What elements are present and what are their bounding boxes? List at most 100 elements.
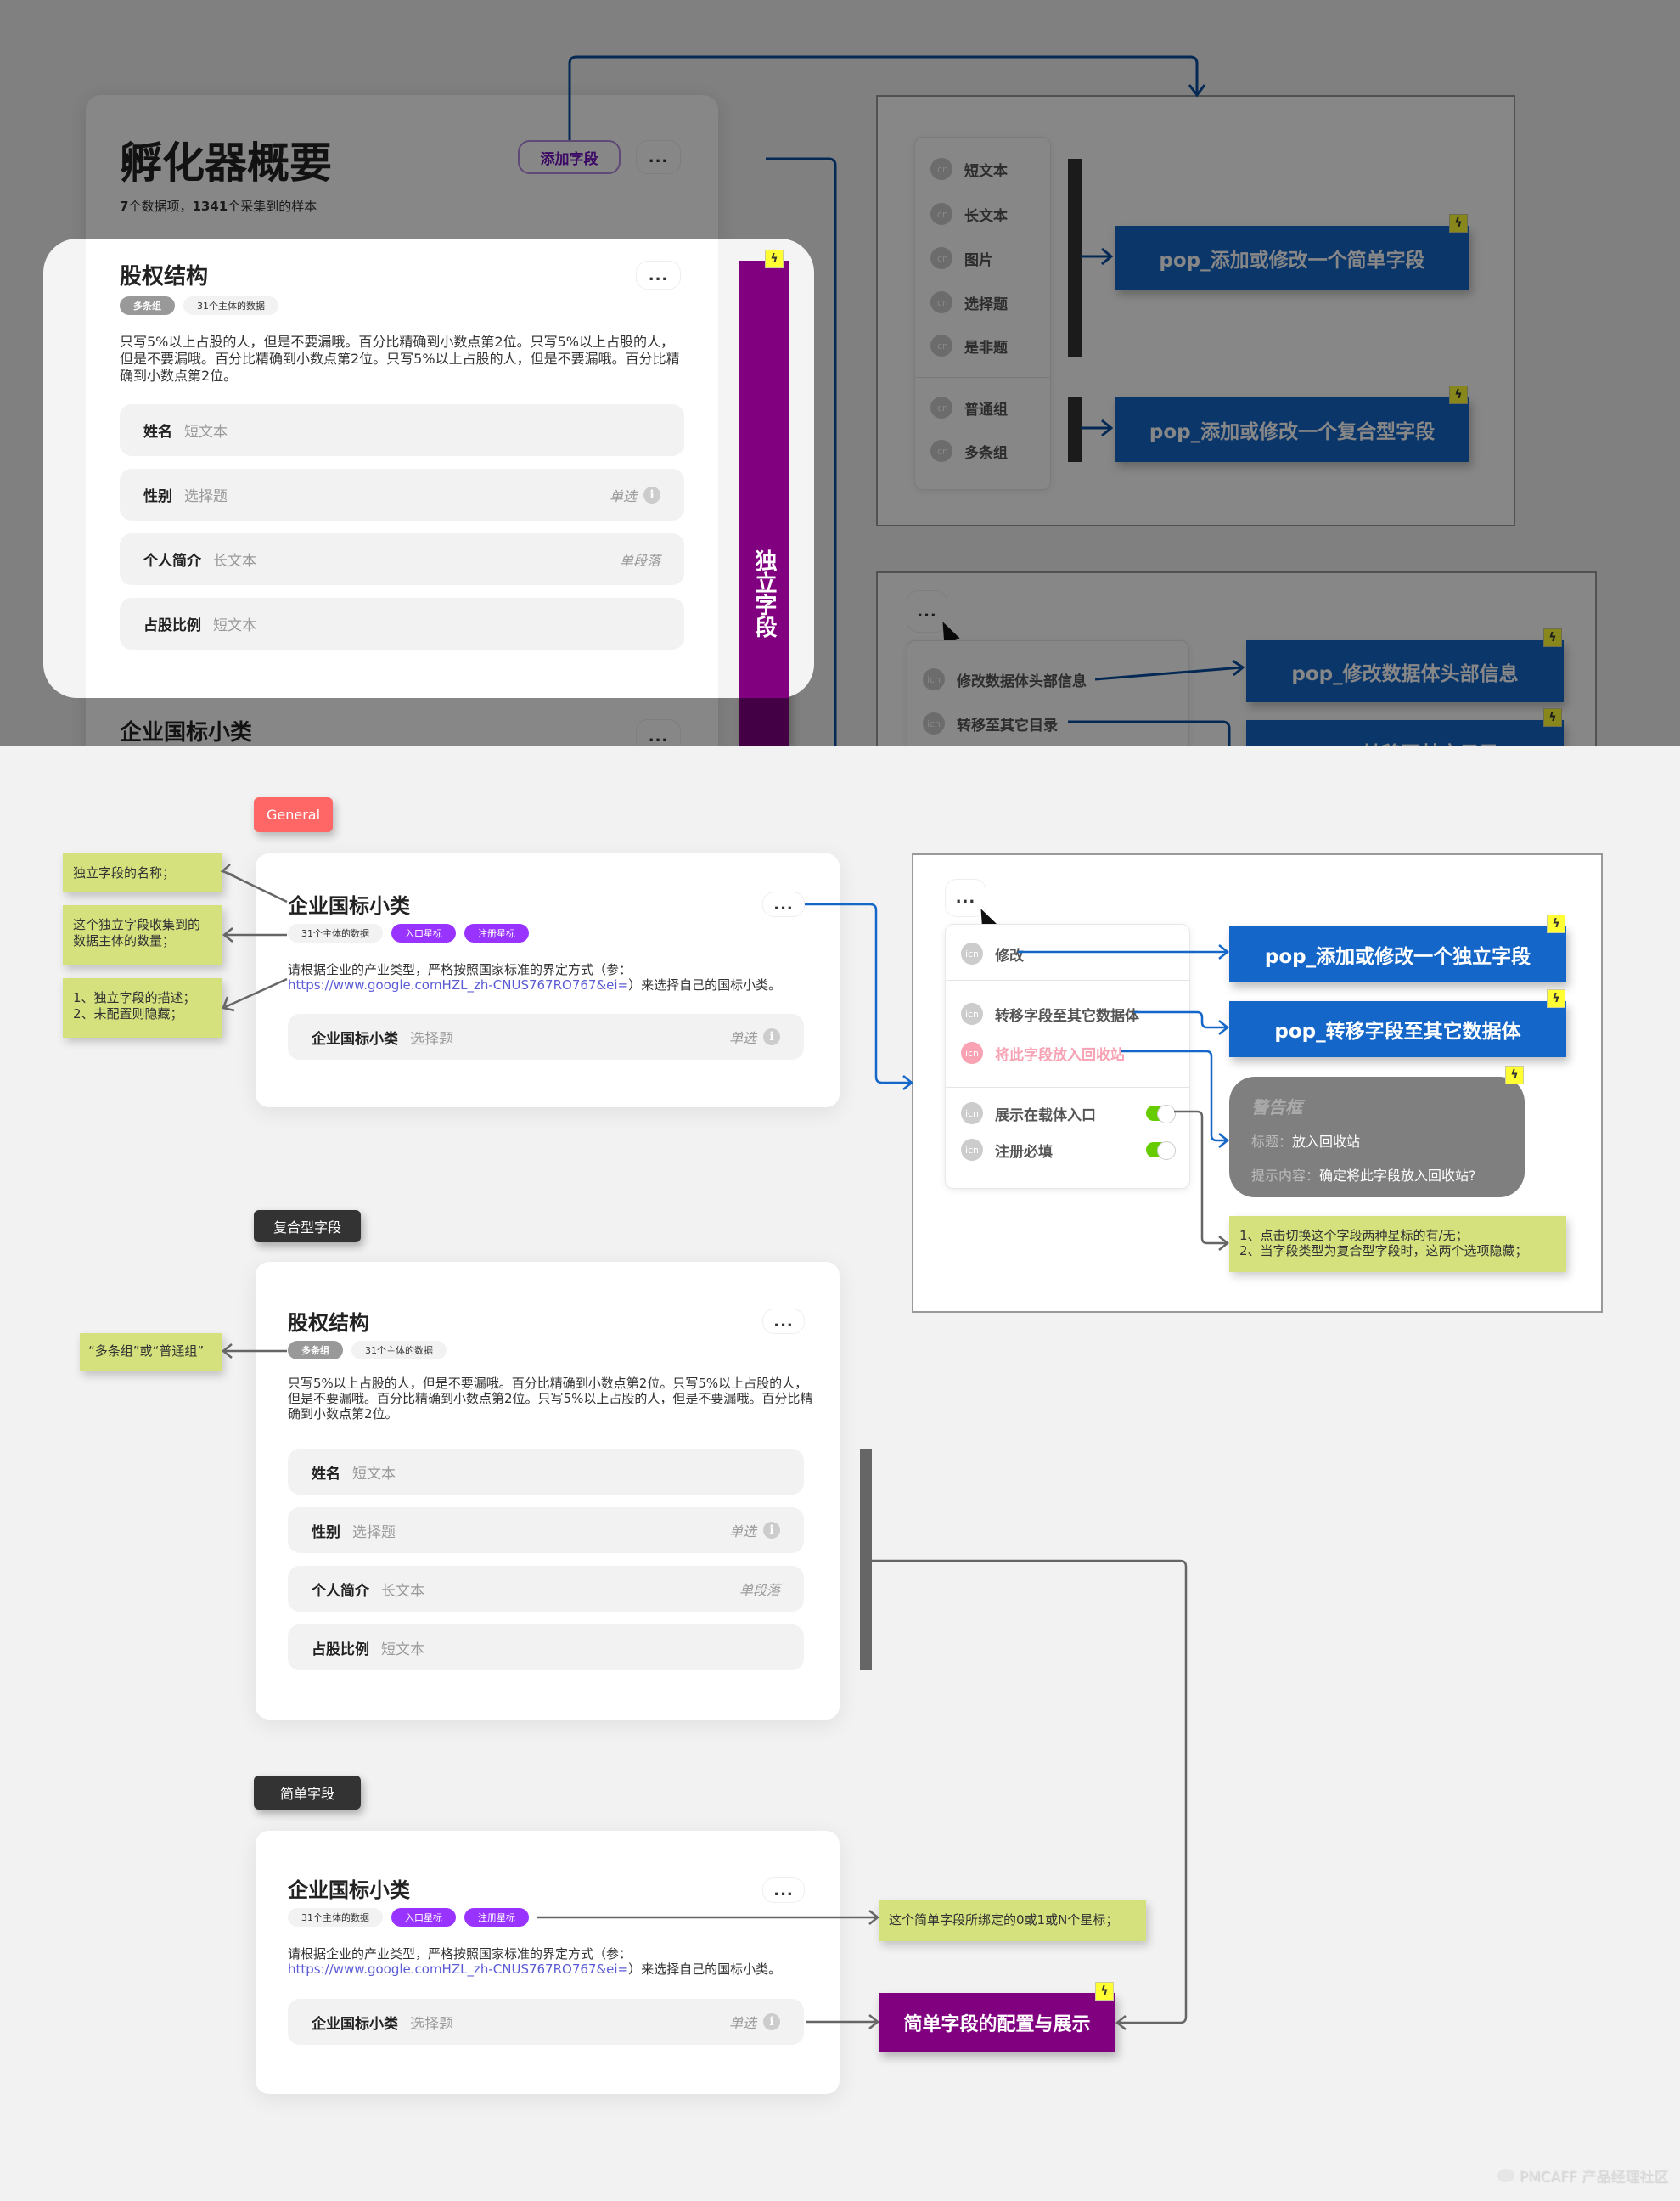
header-more-menu: icn 修改数据体头部信息 icn 转移至其它目录: [907, 640, 1189, 746]
field-label: 个人简介: [143, 553, 201, 570]
info-icon[interactable]: i: [763, 1522, 780, 1539]
pop-edit-field[interactable]: pop_添加或修改一个独立字段: [1229, 926, 1566, 982]
menu-item-label: 长文本: [964, 207, 1008, 225]
field-mode: 单段落: [620, 549, 660, 570]
field-row[interactable]: 占股比例 短文本: [288, 1624, 804, 1670]
field-row[interactable]: 姓名 短文本: [120, 404, 684, 456]
bolt-icon: ϟ: [1543, 628, 1562, 647]
card-title: 企业国标小类: [288, 894, 410, 918]
card-description: 只写5%以上占股的人，但是不要漏哦。百分比精确到小数点第2位。只写5%以上占股的…: [288, 1376, 813, 1421]
register-star-chip[interactable]: 注册星标: [464, 1908, 529, 1927]
top-overview-section: 孵化器概要 7个数据项，1341个采集到的样本 添加字段 ... 企业国标小类 …: [0, 0, 1680, 746]
next-card-more-button[interactable]: ...: [636, 719, 681, 746]
menu-item-register-required: icn 注册必填: [961, 1139, 1053, 1161]
field-row[interactable]: 性别 选择题 单选 i: [120, 469, 684, 521]
menu-item-label: 转移字段至其它数据体: [995, 1007, 1139, 1025]
menu-item-field-type[interactable]: icn 是非题: [930, 335, 1008, 357]
field-label: 性别: [312, 1523, 340, 1541]
item-icon: icn: [961, 1102, 983, 1124]
note-field-name: 独立字段的名称；: [63, 853, 222, 892]
menu-item-field-type[interactable]: icn 图片: [930, 247, 993, 269]
field-mode-label: 单段落: [619, 552, 660, 569]
overview-more-button[interactable]: ...: [636, 140, 681, 174]
menu-item-label: 修改数据体头部信息: [957, 673, 1087, 690]
menu-item-field-type[interactable]: icn 多条组: [930, 440, 1008, 462]
menu-item-label: 将此字段放入回收站: [995, 1046, 1125, 1064]
menu-item-recycle[interactable]: icn 将此字段放入回收站: [961, 1042, 1125, 1064]
item-icon: icn: [930, 291, 952, 313]
register-star-chip[interactable]: 注册星标: [464, 924, 529, 943]
description-link[interactable]: https://www.google.comHZL_zh-CNUS767RO76…: [288, 977, 628, 993]
field-row[interactable]: 个人简介 长文本 单段落: [288, 1566, 804, 1612]
menu-item-field-type[interactable]: icn 选择题: [930, 291, 1008, 313]
alert-title-row: 标题：放入回收站: [1251, 1130, 1503, 1151]
alert-key: 标题：: [1251, 1134, 1293, 1150]
field-mode-label: 单段落: [739, 1582, 780, 1598]
info-icon[interactable]: i: [763, 2013, 780, 2030]
general-field-card: 企业国标小类 ... 31个主体的数据 入口星标 注册星标 请根据企业的产业类型…: [256, 853, 840, 1107]
card-description: 请根据企业的产业类型，严格按照国家标准的界定方式（参：https://www.g…: [288, 962, 814, 993]
menu-item-show-entry: icn 展示在载体入口: [961, 1102, 1096, 1124]
item-icon: icn: [923, 668, 945, 690]
general-tag: General: [254, 797, 333, 832]
info-icon[interactable]: i: [763, 1028, 780, 1045]
star-note: 这个简单字段所绑定的0或1或N个星标；: [879, 1900, 1146, 1941]
field-row[interactable]: 企业国标小类 选择题 单选 i: [288, 1014, 804, 1060]
menu-item-label: 注册必填: [995, 1143, 1053, 1161]
field-type: 短文本: [213, 617, 256, 634]
menu-item-move-field[interactable]: icn 转移字段至其它数据体: [961, 1003, 1139, 1025]
alert-key: 提示内容：: [1251, 1168, 1320, 1184]
pop-edit-header[interactable]: pop_修改数据体头部信息: [1246, 640, 1564, 702]
pop-simple-field[interactable]: pop_添加或修改一个简单字段: [1115, 226, 1469, 290]
item-count: 7: [120, 199, 129, 214]
alert-value: 放入回收站: [1292, 1134, 1361, 1150]
field-row[interactable]: 占股比例 短文本: [120, 598, 684, 650]
menu-item-edit[interactable]: icn 修改: [961, 943, 1024, 965]
complex-bracket-bar: [860, 1449, 872, 1670]
field-type: 选择题: [410, 2015, 453, 2033]
menu-item-label: 展示在载体入口: [995, 1106, 1096, 1124]
pop-move-directory[interactable]: pop_转移至其它目录: [1246, 720, 1564, 746]
field-type: 长文本: [213, 553, 256, 570]
field-row[interactable]: 姓名 短文本: [288, 1449, 804, 1495]
field-type: 长文本: [381, 1582, 424, 1600]
data-count-chip: 31个主体的数据: [288, 1908, 383, 1927]
page-subtitle: 7个数据项，1341个采集到的样本: [120, 197, 317, 215]
register-required-toggle[interactable]: [1146, 1141, 1176, 1160]
field-mode-label: 单选: [728, 1030, 756, 1046]
description-link[interactable]: https://www.google.comHZL_zh-CNUS767RO76…: [288, 1962, 628, 1977]
entry-star-chip[interactable]: 入口星标: [391, 924, 456, 943]
field-mode-label: 单选: [609, 487, 637, 504]
add-field-button[interactable]: 添加字段: [518, 140, 621, 174]
entry-star-chip[interactable]: 入口星标: [391, 1908, 456, 1927]
pop-move-field[interactable]: pop_转移字段至其它数据体: [1229, 1001, 1566, 1057]
pop-complex-field[interactable]: pop_添加或修改一个复合型字段: [1115, 397, 1469, 462]
field-type: 选择题: [352, 1523, 396, 1541]
card-more-button[interactable]: ...: [762, 892, 805, 917]
item-icon: icn: [961, 943, 983, 965]
menu-item-field-type[interactable]: icn 长文本: [930, 203, 1008, 225]
item-icon: icn: [930, 247, 952, 269]
show-entry-toggle[interactable]: [1146, 1105, 1176, 1123]
field-row[interactable]: 个人简介 长文本 单段落: [120, 533, 684, 585]
alert-dialog: 警告框 标题：放入回收站 提示内容：确定将此字段放入回收站?: [1229, 1077, 1525, 1197]
field-row[interactable]: 企业国标小类 选择题 单选 i: [288, 1999, 804, 2045]
note-description: 1、独立字段的描述； 2、未配置则隐藏；: [63, 978, 222, 1038]
card-more-button[interactable]: ...: [636, 261, 681, 290]
card-more-button[interactable]: ...: [762, 1309, 805, 1334]
menu-item-label: 选择题: [964, 296, 1008, 313]
menu-item-edit-header[interactable]: icn 修改数据体头部信息: [923, 668, 1087, 690]
menu-item-field-type[interactable]: icn 普通组: [930, 397, 1008, 419]
bolt-icon: ϟ: [1547, 989, 1565, 1008]
description-text: ）来选择自己的国标小类。: [628, 977, 782, 993]
menu-item-field-type[interactable]: icn 短文本: [930, 158, 1008, 180]
card-more-button[interactable]: ...: [762, 1877, 805, 1903]
field-row[interactable]: 性别 选择题 单选 i: [288, 1507, 804, 1553]
data-count-chip: 31个主体的数据: [183, 296, 278, 315]
field-mode: 单选 i: [729, 1520, 780, 1540]
info-icon[interactable]: i: [643, 486, 660, 504]
menu-item-move-directory[interactable]: icn 转移至其它目录: [923, 712, 1058, 735]
toggle-note: 1、点击切换这个字段两种星标的有/无； 2、当字段类型为复合型字段时，这两个选项…: [1229, 1216, 1566, 1272]
simple-config-box[interactable]: 简单字段的配置与展示: [879, 1993, 1115, 2052]
field-menu-frame: ... icn 修改 icn 转移字段至其它数据体 icn 将此字段放入回收站 icn…: [912, 853, 1603, 1313]
